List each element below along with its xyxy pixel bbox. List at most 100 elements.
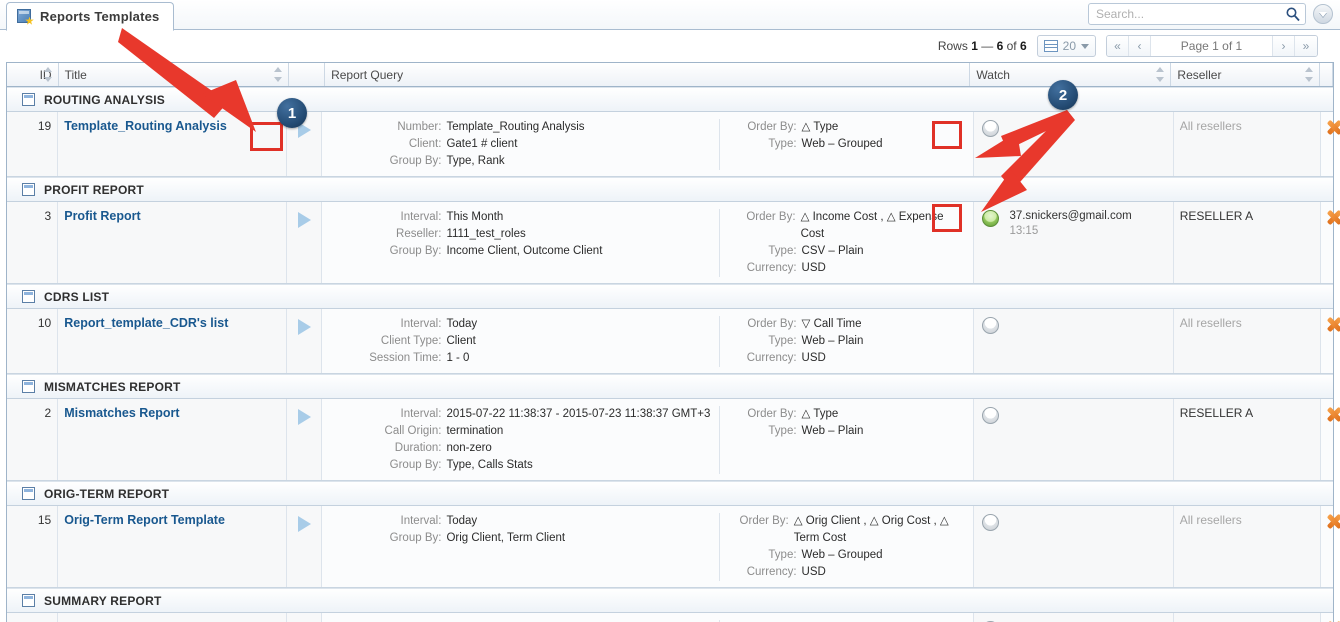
group-header[interactable]: SUMMARY REPORT <box>7 588 1333 613</box>
table-row[interactable]: 2 Mismatches Report Interval: 2015-07-22 11… <box>7 399 1334 481</box>
query-field-key: Currency: <box>746 566 797 578</box>
column-header-run <box>289 63 326 86</box>
query-field-value: △ Type <box>801 408 839 420</box>
query-field: Type: Web – Plain <box>740 333 968 350</box>
cell-watch <box>974 309 1174 373</box>
cell-reseller: All resellers <box>1173 613 1322 622</box>
query-field-key: Type: <box>768 335 797 347</box>
query-field: Client: Gate1 # client <box>328 136 714 153</box>
query-field-value: Type, Calls Stats <box>446 459 533 471</box>
query-field-value: Client <box>446 335 476 347</box>
query-field: Call Origin: termination <box>328 423 714 440</box>
grid-header-row: ID Title Report Query Watch Reseller <box>7 63 1333 87</box>
query-field-value: Web – Grouped <box>801 138 883 150</box>
query-field-value: Gate1 # client <box>446 138 518 150</box>
query-left-column: Interval: This Month Reseller: 1111_test_ro… <box>328 209 718 277</box>
query-field-key: Order By: <box>747 121 797 133</box>
query-field-value: Today <box>446 515 478 527</box>
sort-icon[interactable] <box>43 67 53 82</box>
reseller-value: RESELLER A <box>1179 209 1254 223</box>
query-field: Group By: Income Client, Outcome Client <box>328 243 714 260</box>
page-size-selector[interactable]: 20 <box>1036 35 1096 57</box>
run-report-button[interactable] <box>297 319 311 335</box>
cell-watch <box>974 399 1174 480</box>
query-field-value: 1111_test_roles <box>446 228 526 240</box>
group-header[interactable]: ORIG-TERM REPORT <box>7 481 1333 506</box>
run-report-button[interactable] <box>297 212 311 228</box>
watch-toggle-icon[interactable] <box>982 317 1000 334</box>
cell-title: Profit Report <box>58 202 287 283</box>
cell-delete <box>1321 309 1334 373</box>
query-field-value: Type, Rank <box>446 155 505 167</box>
cell-id: 15 <box>7 506 59 587</box>
query-field-value: △ Income Cost , △ Expense Cost <box>800 211 944 240</box>
last-page-button[interactable]: » <box>1295 36 1317 56</box>
cell-report-query: Number: Template_Routing Analysis Client: G… <box>322 112 975 176</box>
column-header-id[interactable]: ID <box>7 63 59 86</box>
profit-report-icon <box>21 182 37 198</box>
search-options-dropdown-button[interactable] <box>1313 4 1333 24</box>
query-field-key: Group By: <box>389 245 442 257</box>
tab-reports-templates[interactable]: Reports Templates <box>6 2 175 31</box>
cell-title: Orig-Term Report Template <box>58 506 287 587</box>
table-row[interactable]: 3 Profit Report Interval: This Month Reselle… <box>7 202 1334 284</box>
query-field-value: non-zero <box>446 442 492 454</box>
search-input[interactable] <box>1088 3 1306 25</box>
routing-analysis-icon <box>21 92 37 108</box>
orig-term-report-icon <box>21 486 37 502</box>
table-row[interactable]: 15 Orig-Term Report Template Interval: Toda… <box>7 506 1334 588</box>
sort-icon[interactable] <box>274 67 283 82</box>
group-header[interactable]: CDRS LIST <box>7 284 1333 309</box>
report-title-link[interactable]: Template_Routing Analysis <box>64 119 227 133</box>
table-row[interactable]: 19 Template_Routing Analysis Number: Templa… <box>7 112 1334 177</box>
report-title-link[interactable]: Mismatches Report <box>64 406 179 420</box>
cdrs-list-icon <box>21 289 37 305</box>
query-field-key: Interval: <box>400 318 442 330</box>
watch-toggle-icon[interactable] <box>982 120 1000 137</box>
prev-page-button[interactable]: ‹ <box>1129 36 1151 56</box>
page-size-value: 20 <box>1062 39 1076 53</box>
rows-info: Rows 1 — 6 of 6 <box>938 39 1027 53</box>
query-field-value: CSV – Plain <box>801 245 864 257</box>
query-field-key: Interval: <box>400 515 442 527</box>
group-header[interactable]: ROUTING ANALYSIS <box>7 87 1333 112</box>
column-header-reseller[interactable]: Reseller <box>1171 63 1320 86</box>
table-row[interactable]: 7Summary_Report Interval:This YearClient … <box>7 613 1334 622</box>
annotation-badge-2: 2 <box>1048 80 1078 110</box>
query-field-key: Client: <box>408 138 442 150</box>
cell-run <box>286 506 323 587</box>
column-header-title[interactable]: Title <box>59 63 290 86</box>
group-header[interactable]: PROFIT REPORT <box>7 177 1333 202</box>
group-header-label: SUMMARY REPORT <box>44 593 162 608</box>
row-id: 10 <box>37 316 52 330</box>
query-field-key: Client Type: <box>380 335 442 347</box>
query-left-column: Interval: Today Client Type: Client Session … <box>328 316 718 367</box>
report-title-link[interactable]: Report_template_CDR's list <box>64 316 228 330</box>
query-field-key: Reseller: <box>396 228 442 240</box>
query-field: Client Type: Client <box>328 333 714 350</box>
sort-icon[interactable] <box>1156 67 1165 82</box>
watch-time: 13:15 <box>1009 225 1039 237</box>
cell-delete <box>1321 613 1334 622</box>
run-report-button[interactable] <box>297 516 311 532</box>
annotation-badge-1: 1 <box>277 98 307 128</box>
query-field: Type: Web – Grouped <box>740 547 968 564</box>
rows-of: of <box>1006 39 1017 53</box>
watch-toggle-icon[interactable] <box>982 210 1000 227</box>
table-row[interactable]: 10 Report_template_CDR's list Interval: Tod… <box>7 309 1334 374</box>
search-icon[interactable] <box>1285 6 1301 22</box>
report-title-link[interactable]: Profit Report <box>64 209 140 223</box>
watch-toggle-icon[interactable] <box>982 514 1000 531</box>
group-header[interactable]: MISMATCHES REPORT <box>7 374 1333 399</box>
next-page-button[interactable]: › <box>1273 36 1295 56</box>
cell-report-query: Interval: This Month Reseller: 1111_test_ro… <box>322 202 975 283</box>
query-field-key: Type: <box>768 549 797 561</box>
report-title-link[interactable]: Orig-Term Report Template <box>64 513 225 527</box>
query-field-value: Template_Routing Analysis <box>446 121 585 133</box>
first-page-button[interactable]: « <box>1107 36 1129 56</box>
run-report-button[interactable] <box>297 409 311 425</box>
grid-body: ROUTING ANALYSIS 19 Template_Routing Analy… <box>7 87 1334 622</box>
query-right-column: Order By: ▽ Call Time Type: Web – Plain Curr… <box>718 316 968 367</box>
sort-icon[interactable] <box>1305 67 1314 82</box>
watch-toggle-icon[interactable] <box>982 407 1000 424</box>
